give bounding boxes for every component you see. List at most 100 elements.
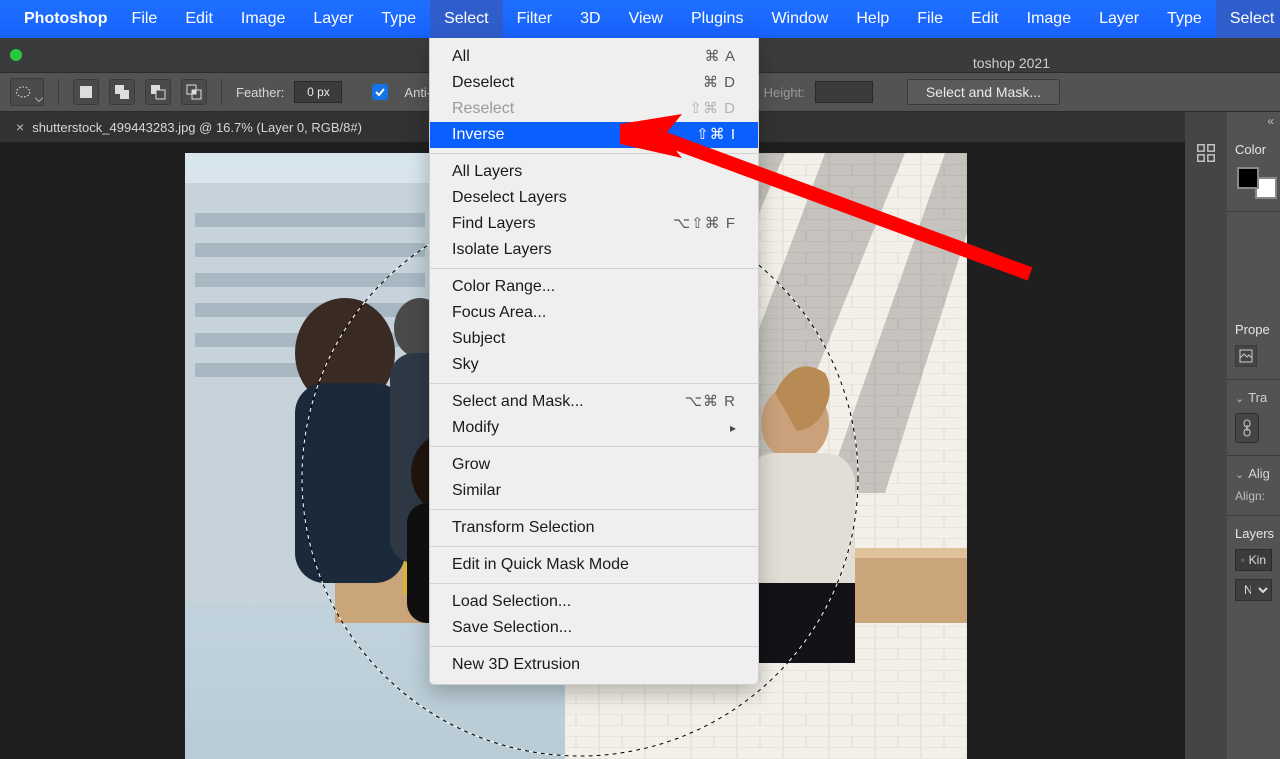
antialias-checkbox[interactable] bbox=[372, 84, 388, 100]
menuitem-grow[interactable]: Grow bbox=[430, 452, 758, 478]
menuitem-shortcut: ⇧⌘ D bbox=[689, 98, 736, 120]
color-panel-label: Color bbox=[1235, 142, 1272, 157]
menuitem-shortcut: ⇧⌘ I bbox=[696, 124, 736, 146]
document-tab-label: shutterstock_499443283.jpg @ 16.7% (Laye… bbox=[32, 120, 362, 135]
panel-group-icon[interactable] bbox=[1195, 142, 1217, 169]
pixel-layer-icon bbox=[1235, 345, 1257, 367]
layer-filter-kind[interactable]: Kin bbox=[1235, 549, 1272, 571]
properties-panel[interactable]: Prope bbox=[1227, 312, 1280, 380]
selection-mode-new[interactable] bbox=[73, 79, 99, 105]
menuitem-find-layers[interactable]: Find Layers ⌥⇧⌘ F bbox=[430, 211, 758, 237]
antialias-label: Anti- bbox=[404, 85, 431, 100]
menuitem-label: Find Layers bbox=[452, 213, 536, 235]
document-tab[interactable]: × shutterstock_499443283.jpg @ 16.7% (La… bbox=[6, 112, 372, 142]
menuitem-select-and-mask[interactable]: Select and Mask... ⌥⌘ R bbox=[430, 389, 758, 415]
menu-edit[interactable]: Edit bbox=[171, 0, 227, 38]
menu-file[interactable]: File bbox=[118, 0, 172, 38]
menuitem-label: Color Range... bbox=[452, 276, 555, 298]
mac-menubar: Photoshop FileEditImageLayerTypeSelectFi… bbox=[0, 0, 1280, 38]
menuitem-deselect[interactable]: Deselect⌘ D bbox=[430, 70, 758, 96]
menu-image[interactable]: Image bbox=[227, 0, 299, 38]
layers-panel[interactable]: Layers Kin Norma bbox=[1227, 516, 1280, 613]
menuitem-label: All Layers bbox=[452, 161, 522, 183]
menuitem-shortcut: ⌥⌘ R bbox=[685, 391, 736, 413]
transform-label: Tra bbox=[1248, 390, 1267, 405]
menuitem-label: Load Selection... bbox=[452, 591, 571, 613]
align-section[interactable]: ⌄Alig Align: bbox=[1227, 456, 1280, 516]
selection-mode-add[interactable] bbox=[109, 79, 135, 105]
menuitem-label: Reselect bbox=[452, 98, 514, 120]
menuitem-deselect-layers[interactable]: Deselect Layers bbox=[430, 185, 758, 211]
menuitem-label: Subject bbox=[452, 328, 505, 350]
menu-view[interactable]: View bbox=[615, 0, 677, 38]
app-name: Photoshop bbox=[14, 0, 118, 38]
feather-input[interactable] bbox=[294, 81, 342, 103]
menuitem-transform-selection[interactable]: Transform Selection bbox=[430, 515, 758, 541]
menu-type[interactable]: Type bbox=[1153, 0, 1216, 38]
menuitem-label: Isolate Layers bbox=[452, 239, 552, 261]
menu-filter[interactable]: Filter bbox=[503, 0, 567, 38]
menu-layer[interactable]: Layer bbox=[299, 0, 367, 38]
menu-window[interactable]: Window bbox=[757, 0, 842, 38]
menuitem-sky[interactable]: Sky bbox=[430, 352, 758, 378]
menu-image[interactable]: Image bbox=[1013, 0, 1085, 38]
menu-plugins[interactable]: Plugins bbox=[677, 0, 757, 38]
menuitem-reselect: Reselect ⇧⌘ D bbox=[430, 96, 758, 122]
menuitem-label: Deselect bbox=[452, 72, 514, 94]
submenu-caret-icon: ▸ bbox=[730, 417, 736, 439]
align-sub-label: Align: bbox=[1235, 489, 1272, 503]
layer-filter-kind-label: Kin bbox=[1249, 553, 1266, 567]
menuitem-label: Similar bbox=[452, 480, 501, 502]
menuitem-focus-area[interactable]: Focus Area... bbox=[430, 300, 758, 326]
tool-preset-well[interactable] bbox=[10, 78, 44, 106]
align-label: Alig bbox=[1248, 466, 1270, 481]
height-input[interactable] bbox=[815, 81, 873, 103]
layers-panel-label: Layers bbox=[1235, 526, 1272, 541]
select-menu-dropdown: All⌘ ADeselect⌘ DReselect ⇧⌘ D Inverse ⇧⌘ I… bbox=[429, 38, 759, 685]
menuitem-label: Modify bbox=[452, 417, 499, 439]
menu-edit[interactable]: Edit bbox=[957, 0, 1013, 38]
menuitem-similar[interactable]: Similar bbox=[430, 478, 758, 504]
menuitem-shortcut: ⌥⇧⌘ F bbox=[673, 213, 736, 235]
height-label: Height: bbox=[764, 85, 805, 100]
menuitem-all-layers[interactable]: All Layers bbox=[430, 159, 758, 185]
transform-section[interactable]: ⌄Tra bbox=[1227, 380, 1280, 456]
menuitem-label: Select and Mask... bbox=[452, 391, 584, 413]
menuitem-isolate-layers[interactable]: Isolate Layers bbox=[430, 237, 758, 263]
menu-type[interactable]: Type bbox=[367, 0, 430, 38]
menuitem-label: Save Selection... bbox=[452, 617, 572, 639]
blend-mode-select[interactable]: Norma bbox=[1235, 579, 1272, 601]
menuitem-modify[interactable]: Modify ▸ bbox=[430, 415, 758, 441]
link-dimensions-icon[interactable] bbox=[1235, 413, 1259, 443]
selection-mode-subtract[interactable] bbox=[145, 79, 171, 105]
select-and-mask-button[interactable]: Select and Mask... bbox=[907, 79, 1060, 105]
menuitem-label: Edit in Quick Mask Mode bbox=[452, 554, 629, 576]
menuitem-label: Inverse bbox=[452, 124, 504, 146]
menuitem-color-range[interactable]: Color Range... bbox=[430, 274, 758, 300]
properties-panel-label: Prope bbox=[1235, 322, 1272, 337]
feather-label: Feather: bbox=[236, 85, 284, 100]
color-panel[interactable]: Color bbox=[1227, 132, 1280, 212]
menu-help[interactable]: Help bbox=[842, 0, 903, 38]
traffic-light-green[interactable] bbox=[10, 49, 22, 61]
menuitem-label: All bbox=[452, 46, 470, 68]
menuitem-label: Deselect Layers bbox=[452, 187, 567, 209]
menuitem-all[interactable]: All⌘ A bbox=[430, 44, 758, 70]
collapse-panels-icon[interactable]: « bbox=[1227, 112, 1280, 132]
menuitem-new-3d-extrusion[interactable]: New 3D Extrusion bbox=[430, 652, 758, 678]
menuitem-label: Grow bbox=[452, 454, 490, 476]
menu-3d[interactable]: 3D bbox=[566, 0, 614, 38]
menuitem-subject[interactable]: Subject bbox=[430, 326, 758, 352]
menu-select[interactable]: Select bbox=[1216, 0, 1280, 38]
selection-mode-intersect[interactable] bbox=[181, 79, 207, 105]
menu-select[interactable]: Select bbox=[430, 0, 502, 38]
menuitem-edit-in-quick-mask-mode[interactable]: Edit in Quick Mask Mode bbox=[430, 552, 758, 578]
close-tab-icon[interactable]: × bbox=[16, 119, 24, 135]
foreground-background-swatch[interactable] bbox=[1237, 167, 1277, 199]
menuitem-label: Focus Area... bbox=[452, 302, 546, 324]
menuitem-inverse[interactable]: Inverse ⇧⌘ I bbox=[430, 122, 758, 148]
menu-file[interactable]: File bbox=[903, 0, 957, 38]
menu-layer[interactable]: Layer bbox=[1085, 0, 1153, 38]
menuitem-load-selection[interactable]: Load Selection... bbox=[430, 589, 758, 615]
menuitem-save-selection[interactable]: Save Selection... bbox=[430, 615, 758, 641]
